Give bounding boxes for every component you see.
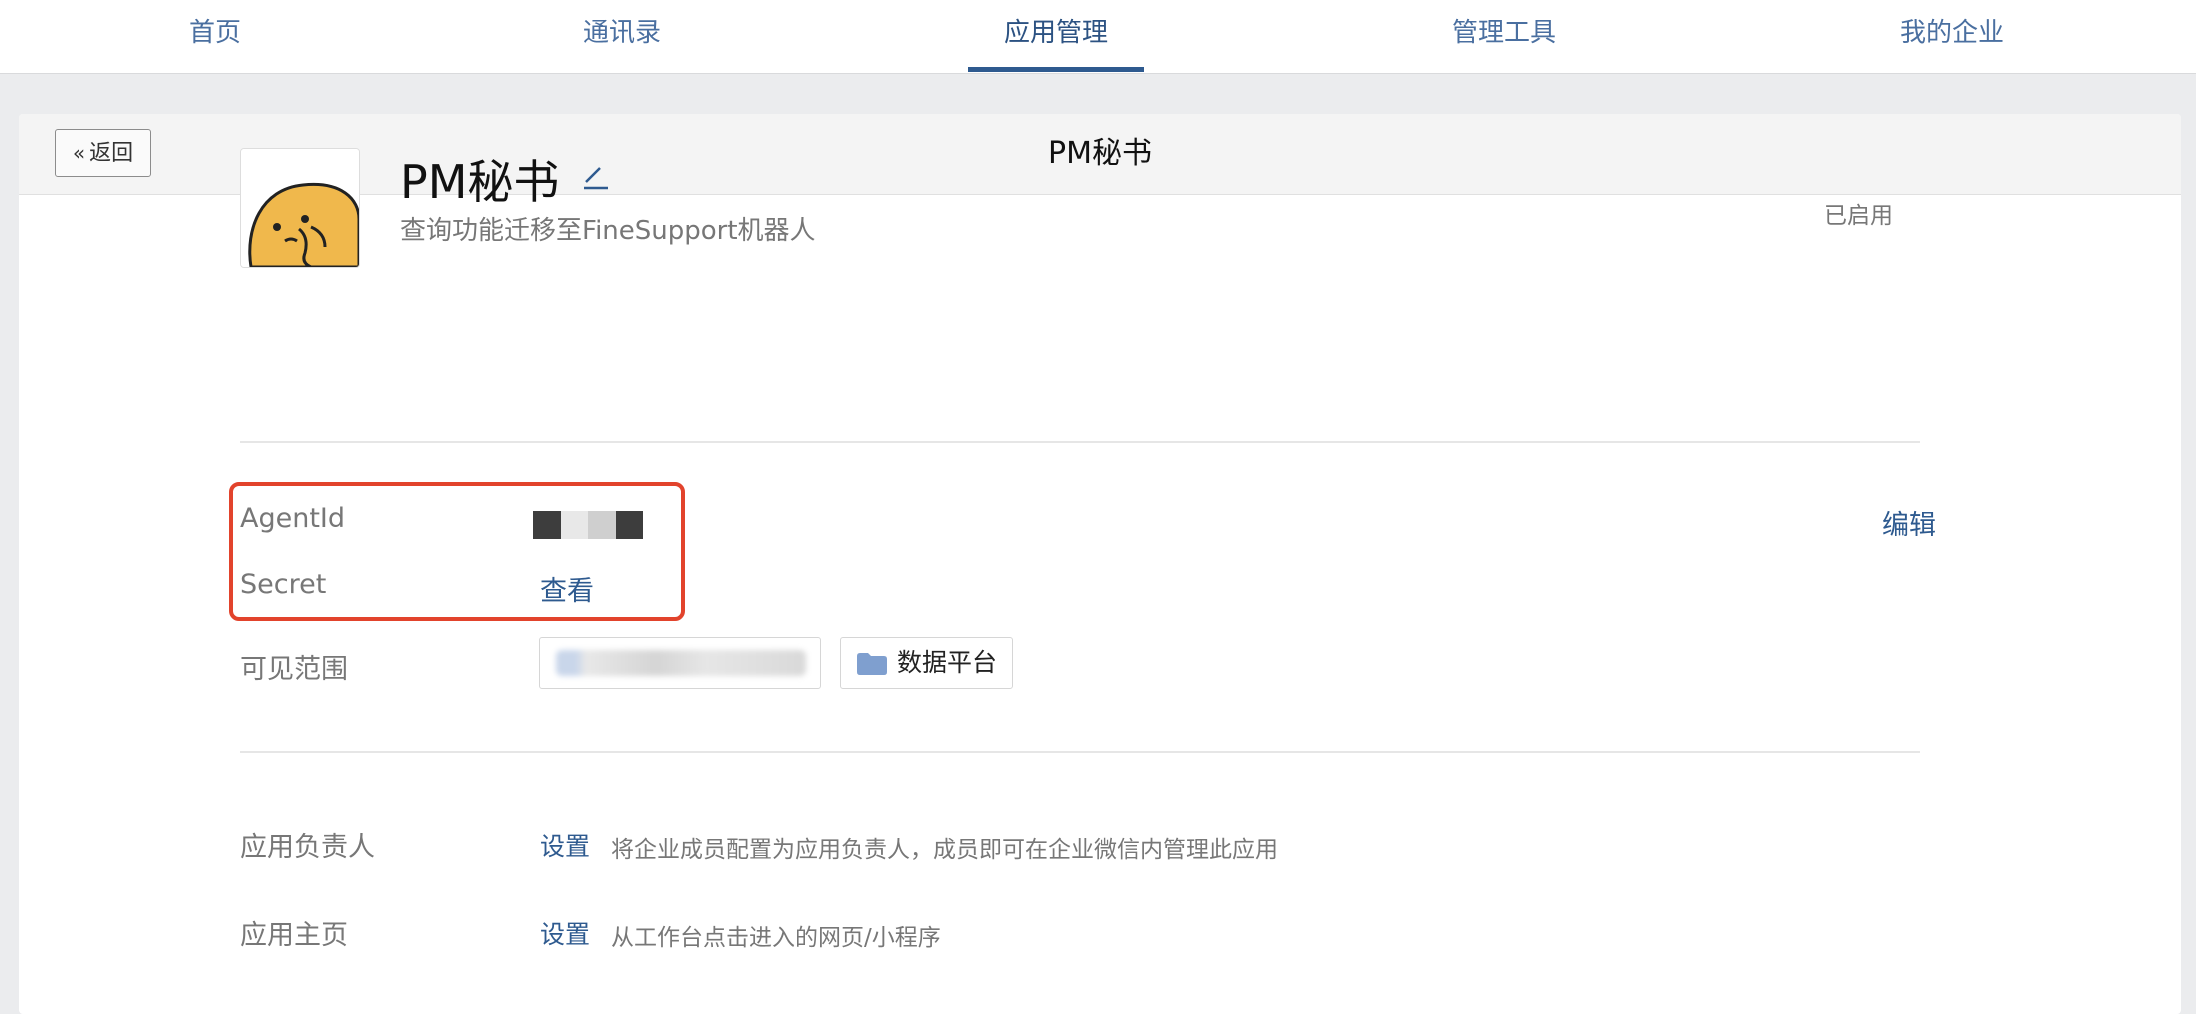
edit-button[interactable]: 编辑 bbox=[1882, 503, 1936, 542]
app-homepage-label: 应用主页 bbox=[240, 920, 348, 951]
highlight-box bbox=[229, 482, 685, 621]
nav-item-contacts[interactable]: 通讯录 bbox=[560, 0, 684, 73]
nav-item-home[interactable]: 首页 bbox=[175, 0, 255, 73]
set-homepage-link[interactable]: 设置 bbox=[540, 915, 590, 951]
owner-hint: 将企业成员配置为应用负责人，成员即可在企业微信内管理此应用 bbox=[611, 837, 1278, 863]
visible-member-chip[interactable] bbox=[539, 637, 821, 689]
section-divider bbox=[240, 751, 1920, 753]
active-tab-indicator bbox=[968, 67, 1144, 72]
visible-department-chip[interactable]: 数据平台 bbox=[840, 637, 1013, 689]
nav-item-my-enterprise[interactable]: 我的企业 bbox=[1876, 0, 2028, 73]
nav-item-management-tools[interactable]: 管理工具 bbox=[1428, 0, 1580, 73]
visibility-label: 可见范围 bbox=[240, 654, 348, 685]
set-owner-link[interactable]: 设置 bbox=[540, 827, 590, 863]
status-badge: 已启用 bbox=[1824, 203, 1893, 229]
back-button-label: 返回 bbox=[89, 141, 134, 166]
folder-icon bbox=[857, 653, 887, 675]
nav-item-app-management[interactable]: 应用管理 bbox=[980, 0, 1132, 73]
pencil-icon[interactable] bbox=[580, 160, 612, 192]
section-divider bbox=[240, 441, 1920, 443]
egg-mascot-icon bbox=[241, 149, 359, 267]
double-chevron-left-icon: « bbox=[72, 141, 86, 165]
blurred-member-name bbox=[556, 650, 806, 676]
top-navigation: 首页 通讯录 应用管理 管理工具 我的企业 bbox=[0, 0, 2196, 74]
app-description: 查询功能迁移至FineSupport机器人 bbox=[400, 216, 816, 246]
app-avatar bbox=[240, 148, 360, 268]
department-name: 数据平台 bbox=[897, 648, 998, 677]
app-name: PM秘书 bbox=[400, 155, 560, 209]
back-button[interactable]: «返回 bbox=[55, 129, 151, 177]
homepage-hint: 从工作台点击进入的网页/小程序 bbox=[611, 925, 941, 951]
app-owner-label: 应用负责人 bbox=[240, 832, 375, 863]
